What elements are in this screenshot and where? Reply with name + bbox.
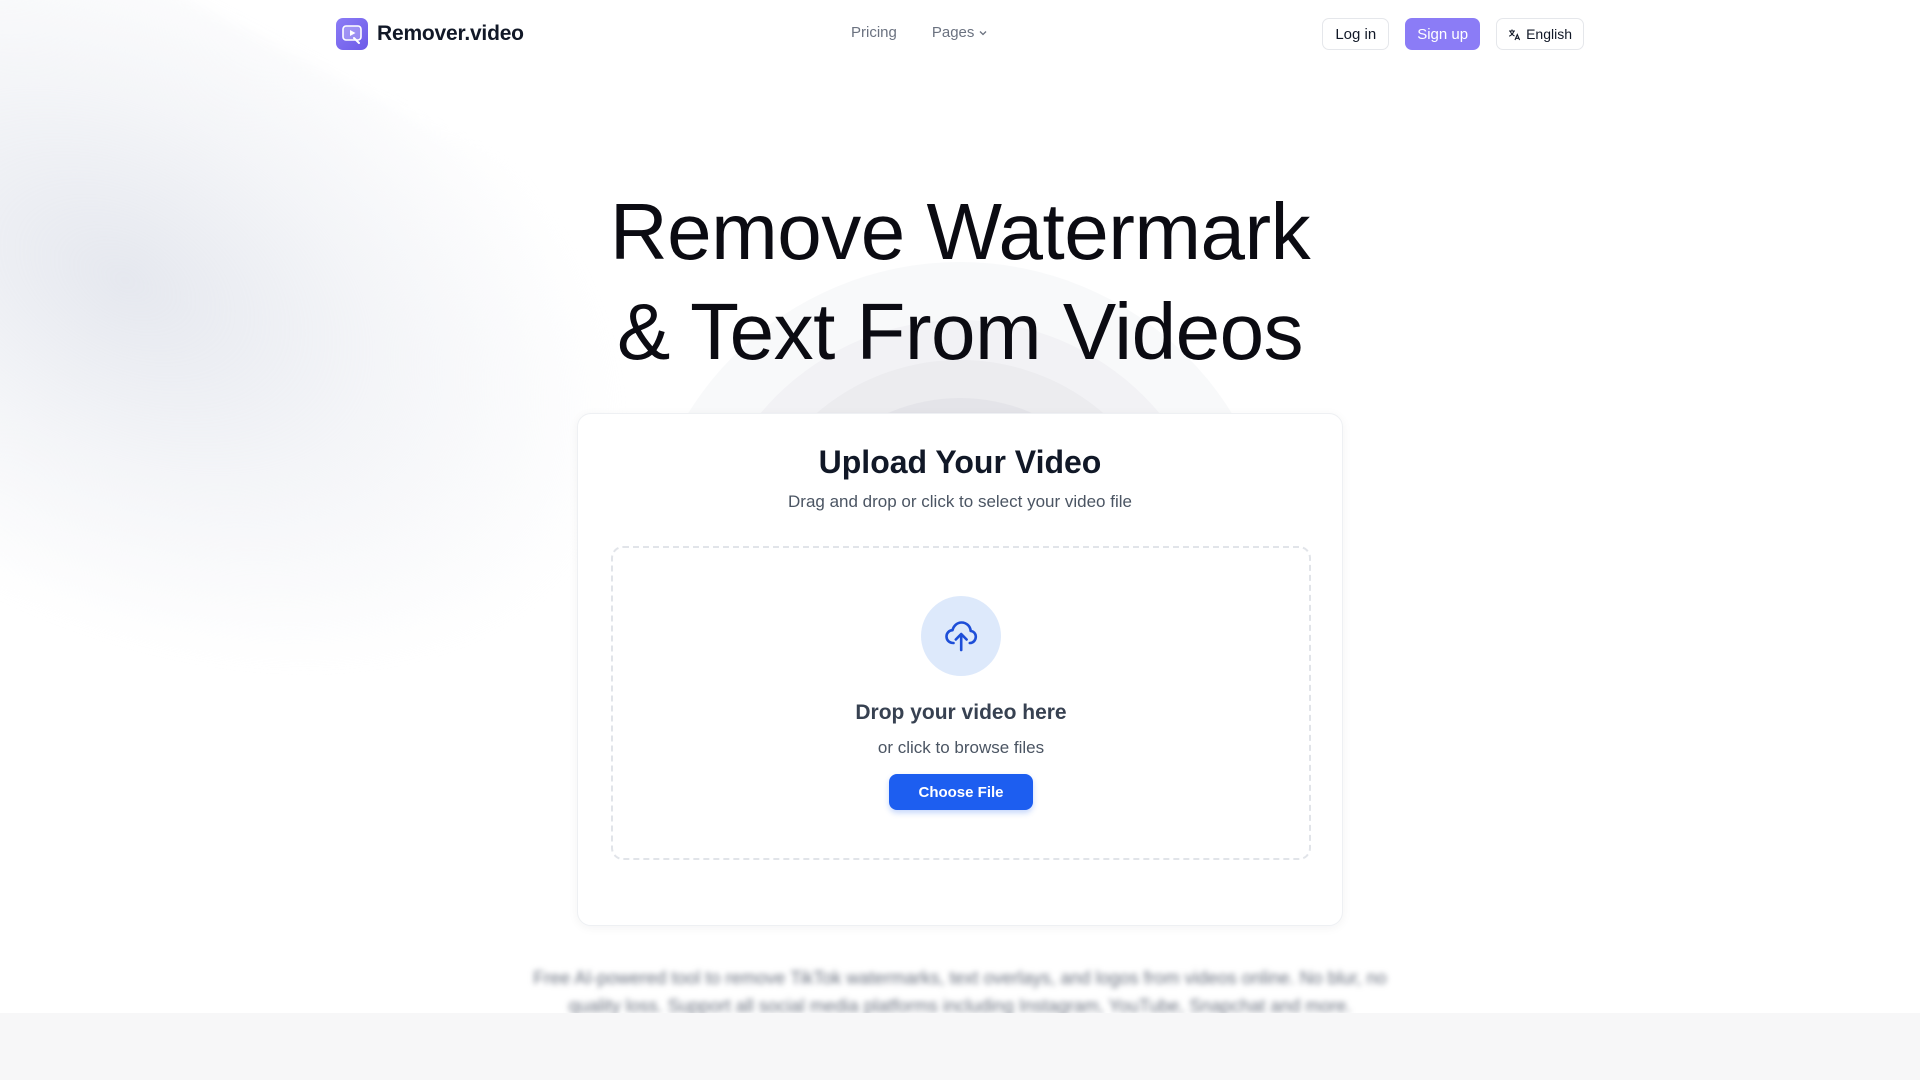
hero-description: Free AI-powered tool to remove TikTok wa… — [533, 968, 1387, 1016]
nav-label: Pages — [931, 24, 975, 41]
hero-title-line2: & Text From Videos — [616, 287, 1304, 376]
upload-card: Upload Your Video Drag and drop or click… — [577, 413, 1343, 926]
header-actions: Log in Sign up English — [1322, 18, 1584, 50]
upload-dropzone[interactable]: Drop your video here or click to browse … — [611, 546, 1311, 860]
login-button[interactable]: Log in — [1322, 18, 1390, 50]
bottom-band — [0, 1013, 1920, 1080]
site-header: Remover.video Pricing Pages Log in Sign … — [0, 0, 1920, 68]
nav-item-pricing[interactable]: Pricing — [851, 24, 897, 41]
upload-card-title: Upload Your Video — [818, 444, 1102, 480]
choose-file-button[interactable]: Choose File — [889, 774, 1033, 810]
dropzone-subtitle: or click to browse files — [877, 738, 1045, 757]
logo-text: Remover.video — [377, 22, 524, 45]
signup-button[interactable]: Sign up — [1405, 18, 1481, 50]
language-selector[interactable]: English — [1496, 18, 1584, 50]
nav-item-pages[interactable]: Pages — [932, 24, 989, 41]
translate-icon — [1509, 29, 1521, 40]
hero-title-line1: Remove Watermark — [609, 187, 1311, 276]
language-label: English — [1526, 26, 1572, 42]
logo-link[interactable]: Remover.video — [336, 18, 524, 50]
dropzone-title: Drop your video here — [855, 701, 1067, 724]
video-play-icon — [336, 18, 368, 50]
upload-card-subtitle: Drag and drop or click to select your vi… — [788, 492, 1132, 511]
cloud-upload-icon — [921, 596, 1001, 676]
main-nav: Pricing Pages — [851, 24, 988, 41]
nav-label: Pricing — [851, 24, 897, 41]
chevron-down-icon — [979, 30, 987, 35]
hero-title: Remove Watermark & Text From Videos — [0, 182, 1920, 382]
